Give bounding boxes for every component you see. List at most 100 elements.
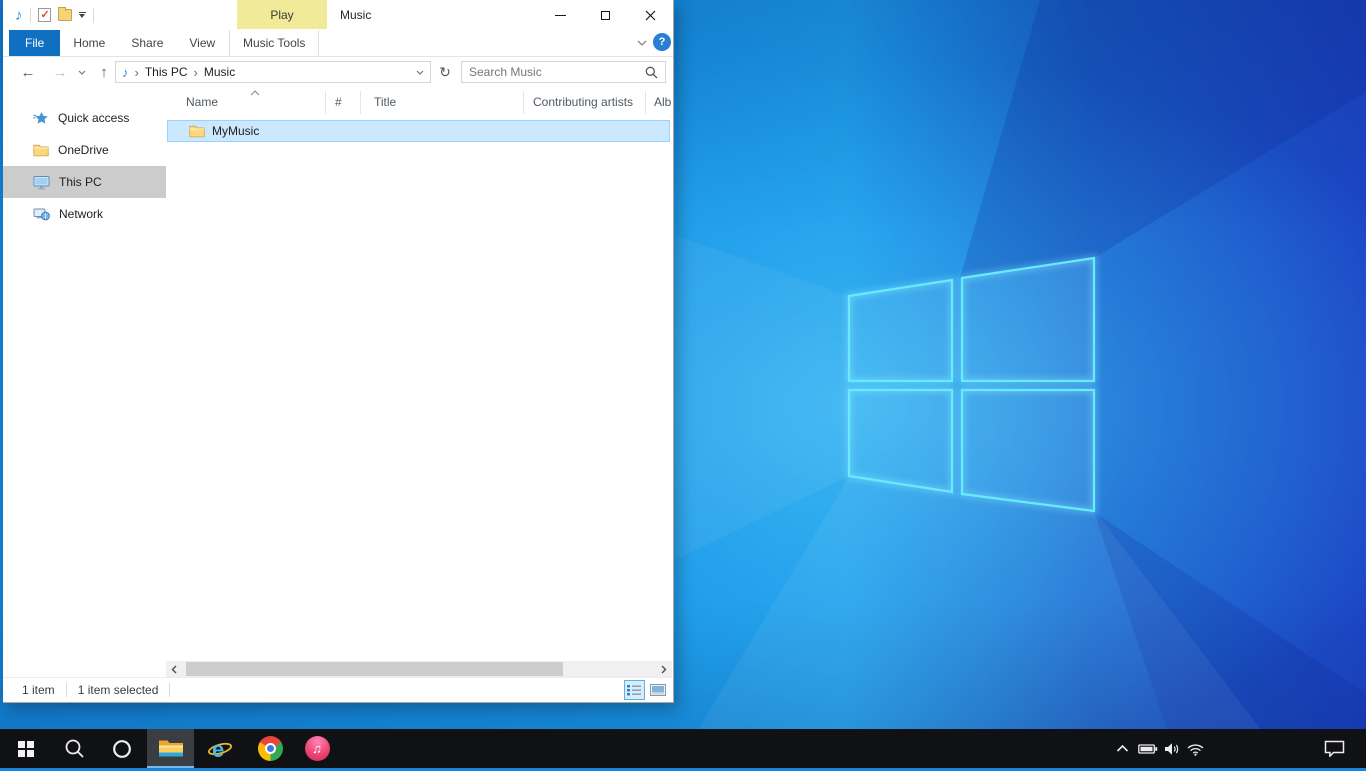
properties-icon[interactable]: ✓ bbox=[38, 8, 51, 22]
network-tray-icon[interactable] bbox=[1184, 729, 1207, 768]
forward-button[interactable]: → bbox=[49, 57, 71, 88]
help-button[interactable]: ? bbox=[653, 33, 671, 51]
separator bbox=[169, 683, 170, 697]
taskbar-file-explorer-button[interactable] bbox=[147, 729, 194, 768]
chrome-button[interactable] bbox=[250, 729, 290, 768]
search-icon[interactable] bbox=[645, 66, 658, 79]
folder-icon bbox=[189, 125, 205, 138]
file-name: MyMusic bbox=[212, 124, 259, 138]
sidebar-item-label: Quick access bbox=[58, 111, 129, 125]
maximize-button[interactable] bbox=[583, 0, 628, 30]
tab-home[interactable]: Home bbox=[60, 30, 118, 56]
column-resize-handle[interactable] bbox=[325, 91, 326, 114]
column-resize-handle[interactable] bbox=[645, 91, 646, 114]
sidebar-item-quick-access[interactable]: Quick access bbox=[3, 102, 166, 134]
tab-file[interactable]: File bbox=[9, 30, 60, 56]
taskbar-search-button[interactable] bbox=[55, 729, 95, 768]
chrome-icon bbox=[258, 736, 283, 761]
details-view-icon bbox=[627, 684, 642, 696]
file-row-mymusic[interactable]: MyMusic bbox=[167, 120, 670, 142]
collapse-ribbon-button[interactable] bbox=[633, 34, 651, 52]
show-hidden-icons-button[interactable] bbox=[1112, 729, 1132, 768]
scrollbar-thumb[interactable] bbox=[186, 662, 563, 676]
tab-view[interactable]: View bbox=[176, 30, 228, 56]
cortana-button[interactable] bbox=[102, 729, 142, 768]
window-title: Music bbox=[340, 0, 371, 30]
column-resize-handle[interactable] bbox=[523, 91, 524, 114]
play-header-label: Play bbox=[270, 8, 293, 22]
close-button[interactable] bbox=[628, 0, 673, 30]
sort-ascending-icon bbox=[250, 90, 260, 96]
breadcrumb-chevron[interactable]: › bbox=[135, 66, 139, 79]
internet-explorer-icon: e bbox=[207, 736, 233, 762]
customize-toolbar-dropdown-icon[interactable] bbox=[79, 12, 86, 18]
contextual-tab-header: Play bbox=[237, 0, 327, 29]
action-center-button[interactable] bbox=[1320, 729, 1348, 768]
sidebar-item-label: OneDrive bbox=[58, 143, 109, 157]
scroll-right-arrow[interactable] bbox=[657, 661, 671, 677]
address-dropdown-icon[interactable] bbox=[416, 70, 424, 75]
minimize-icon bbox=[555, 15, 566, 16]
up-button[interactable]: ↑ bbox=[93, 57, 115, 88]
back-button[interactable]: ← bbox=[17, 57, 39, 88]
horizontal-scrollbar[interactable] bbox=[166, 661, 672, 677]
explorer-main: Quick access OneDrive This PC bbox=[3, 88, 673, 677]
location-music-icon: ♪ bbox=[122, 66, 129, 79]
column-header-title[interactable]: Title bbox=[374, 95, 396, 109]
close-icon bbox=[645, 10, 656, 21]
new-folder-icon[interactable] bbox=[58, 9, 72, 21]
window-controls bbox=[538, 0, 673, 30]
speaker-icon bbox=[1163, 742, 1181, 756]
cortana-icon bbox=[111, 738, 133, 760]
details-view-button[interactable] bbox=[624, 680, 645, 700]
address-bar[interactable]: ♪ › This PC › Music bbox=[115, 61, 431, 83]
view-toggles bbox=[624, 680, 668, 700]
scroll-left-arrow[interactable] bbox=[167, 661, 181, 677]
large-icons-view-button[interactable] bbox=[647, 680, 668, 700]
itunes-button[interactable]: ♫ bbox=[297, 729, 337, 768]
windows-start-icon bbox=[18, 741, 34, 757]
wifi-icon bbox=[1186, 742, 1205, 756]
start-button[interactable] bbox=[6, 729, 46, 768]
chevron-up-icon bbox=[1116, 744, 1129, 753]
recent-locations-dropdown[interactable] bbox=[75, 57, 89, 88]
sidebar-item-onedrive[interactable]: OneDrive bbox=[3, 134, 166, 166]
breadcrumb-chevron[interactable]: › bbox=[194, 66, 198, 79]
app-music-note-icon: ♪ bbox=[15, 8, 23, 23]
internet-explorer-button[interactable]: e bbox=[200, 729, 240, 768]
column-resize-handle[interactable] bbox=[360, 91, 361, 114]
network-icon bbox=[33, 207, 50, 221]
selection-count: 1 item selected bbox=[78, 683, 159, 697]
action-center-icon bbox=[1324, 740, 1345, 757]
file-explorer-icon bbox=[158, 738, 184, 759]
column-header-track-number[interactable]: # bbox=[335, 95, 342, 109]
onedrive-folder-icon bbox=[33, 144, 49, 157]
column-header-album[interactable]: Alb bbox=[654, 95, 671, 109]
column-header-name[interactable]: Name bbox=[186, 95, 218, 109]
file-explorer-window: ♪ ✓ Play Music File Home Share View Musi… bbox=[3, 0, 674, 703]
breadcrumb-this-pc[interactable]: This PC bbox=[145, 65, 188, 79]
breadcrumb-music[interactable]: Music bbox=[204, 65, 235, 79]
battery-tray-icon[interactable] bbox=[1136, 729, 1160, 768]
column-headers: Name # Title Contributing artists Alb bbox=[166, 88, 673, 117]
refresh-button[interactable]: ↻ bbox=[434, 61, 456, 83]
tab-share[interactable]: Share bbox=[118, 30, 176, 56]
sidebar-item-network[interactable]: Network bbox=[3, 198, 166, 230]
large-icons-view-icon bbox=[650, 684, 666, 696]
separator bbox=[66, 683, 67, 697]
itunes-icon: ♫ bbox=[305, 736, 330, 761]
search-input[interactable] bbox=[469, 65, 645, 79]
sidebar-item-this-pc[interactable]: This PC bbox=[3, 166, 166, 198]
separator bbox=[93, 8, 94, 23]
column-header-contributing-artists[interactable]: Contributing artists bbox=[533, 95, 633, 109]
minimize-button[interactable] bbox=[538, 0, 583, 30]
quick-access-star-icon bbox=[33, 111, 49, 126]
sidebar-item-label: This PC bbox=[59, 175, 102, 189]
quick-access-toolbar: ♪ ✓ bbox=[15, 0, 94, 30]
volume-tray-icon[interactable] bbox=[1160, 729, 1183, 768]
taskbar: e ♫ bbox=[0, 729, 1366, 768]
search-box bbox=[461, 61, 666, 83]
tab-music-tools[interactable]: Music Tools bbox=[229, 30, 319, 56]
title-bar: ♪ ✓ Play Music bbox=[3, 0, 673, 30]
address-toolbar: ← → ↑ ♪ › This PC › Music ↻ bbox=[3, 57, 673, 88]
